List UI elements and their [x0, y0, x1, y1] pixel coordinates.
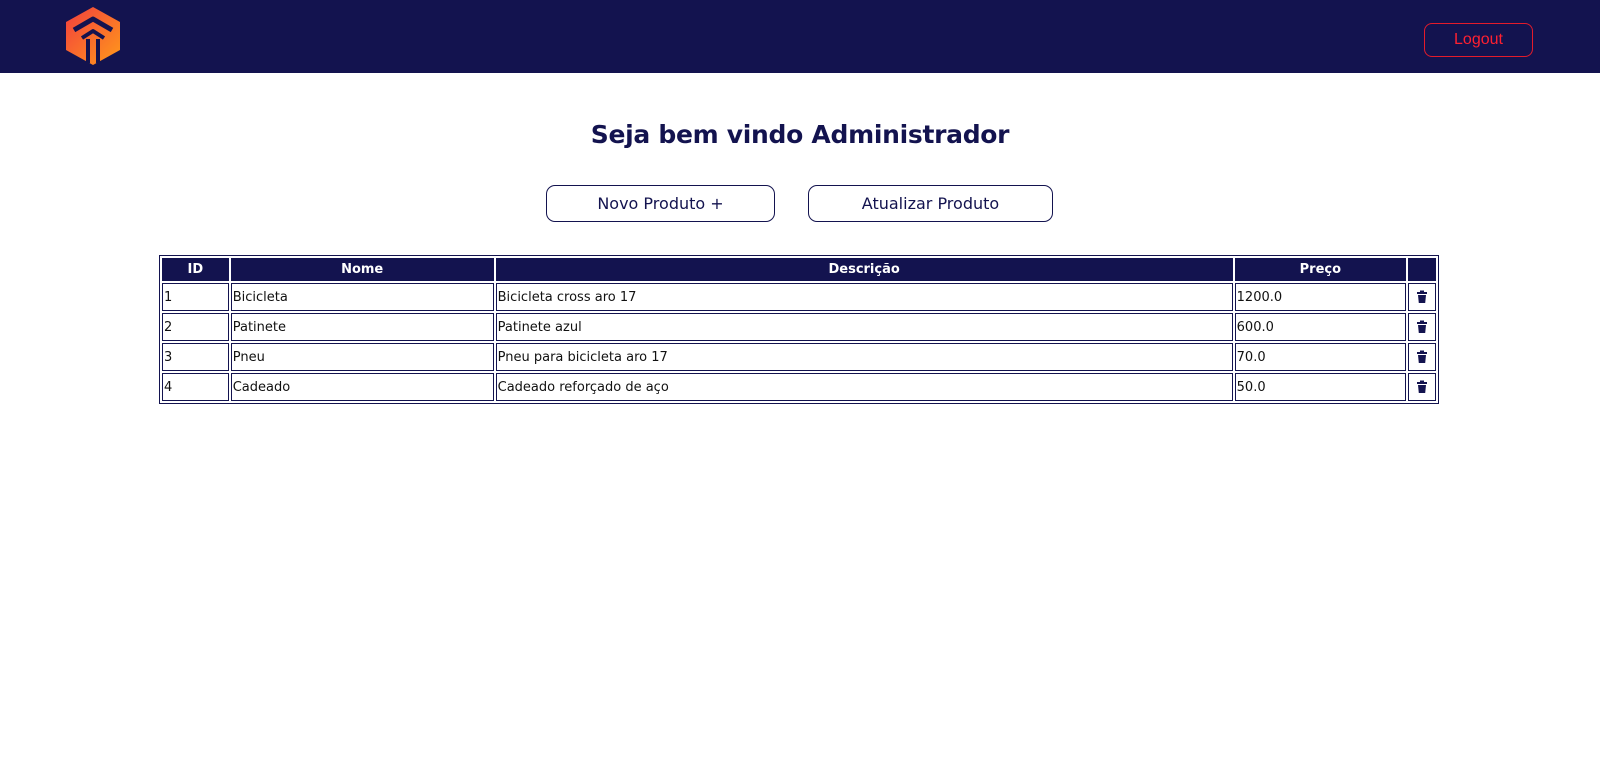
column-header-actions [1408, 258, 1436, 281]
column-header-preco: Preço [1234, 258, 1406, 281]
house-arrow-logo-icon[interactable] [64, 6, 122, 66]
update-product-button[interactable]: Atualizar Produto [808, 185, 1053, 222]
table-header-row: ID Nome Descrição Preço [162, 258, 1436, 281]
cell-actions [1408, 343, 1436, 371]
cell-preco: 1200.0 [1234, 283, 1406, 311]
cell-descricao: Pneu para bicicleta aro 17 [495, 343, 1233, 371]
table-row: 4 Cadeado Cadeado reforçado de aço 50.0 [162, 373, 1436, 401]
table-row: 3 Pneu Pneu para bicicleta aro 17 70.0 [162, 343, 1436, 371]
cell-descricao: Cadeado reforçado de aço [495, 373, 1233, 401]
trash-icon[interactable] [1415, 320, 1429, 334]
products-table: ID Nome Descrição Preço 1 Bicicleta Bici… [159, 255, 1439, 404]
cell-id: 3 [162, 343, 229, 371]
cell-actions [1408, 313, 1436, 341]
cell-id: 2 [162, 313, 229, 341]
new-product-button[interactable]: Novo Produto + [546, 185, 775, 222]
page-title: Seja bem vindo Administrador [590, 120, 1010, 149]
cell-descricao: Bicicleta cross aro 17 [495, 283, 1233, 311]
trash-icon[interactable] [1415, 380, 1429, 394]
trash-icon[interactable] [1415, 290, 1429, 304]
cell-actions [1408, 373, 1436, 401]
cell-nome: Pneu [230, 343, 494, 371]
column-header-descricao: Descrição [495, 258, 1233, 281]
column-header-id: ID [162, 258, 229, 281]
trash-icon[interactable] [1415, 350, 1429, 364]
cell-preco: 70.0 [1234, 343, 1406, 371]
cell-preco: 600.0 [1234, 313, 1406, 341]
cell-nome: Cadeado [230, 373, 494, 401]
cell-id: 4 [162, 373, 229, 401]
cell-nome: Patinete [230, 313, 494, 341]
table-row: 2 Patinete Patinete azul 600.0 [162, 313, 1436, 341]
logout-button[interactable]: Logout [1424, 23, 1533, 57]
cell-actions [1408, 283, 1436, 311]
cell-descricao: Patinete azul [495, 313, 1233, 341]
table-row: 1 Bicicleta Bicicleta cross aro 17 1200.… [162, 283, 1436, 311]
top-navbar: Logout [0, 0, 1600, 73]
column-header-nome: Nome [230, 258, 494, 281]
cell-preco: 50.0 [1234, 373, 1406, 401]
cell-id: 1 [162, 283, 229, 311]
cell-nome: Bicicleta [230, 283, 494, 311]
